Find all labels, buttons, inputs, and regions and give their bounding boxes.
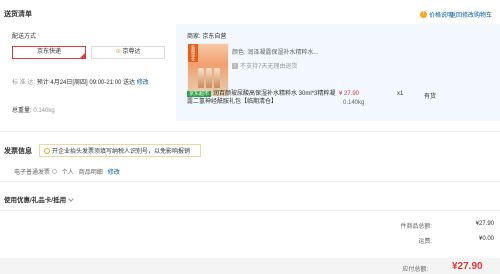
product-name[interactable]: 京东超市 润百颜玻尿酸高保湿补水精粹水 30ml*3精粹凝露二氢神经酰胺礼包【临期… [187,90,337,106]
lightbulb-icon [44,147,50,154]
coupon-toggle[interactable]: 使用优惠/礼品卡/抵用 [4,194,74,204]
no-refund-icon: 7 [232,62,238,69]
invoice-holder: 个人 [61,170,74,176]
back-to-cart-link[interactable]: 返回修改购物车 [450,10,492,19]
shipping-option-jd-express[interactable]: 京东快递 ✓ [12,46,86,59]
total-weight-label: 总重量: [12,108,32,114]
product-stock-status: 有货 [424,94,437,100]
delivery-time-label: 标 准 达: [12,80,36,86]
crown-icon: ♔ [115,49,121,55]
no-refund-row: 7 不支持7天无理由退货 [232,61,297,70]
bottle-image [214,68,220,88]
total-weight-row: 总重量: 0.140kg [12,105,55,114]
info-icon: ! [420,11,427,18]
invoice-details-row: 电子普通发票 个人 商品明细 修改 [14,167,120,176]
invoice-type: 电子普通发票 [14,170,51,176]
shipping-option-jingzunda[interactable]: ♔ 京尊达 [91,46,165,59]
product-color: 颜色: 润泽凝露保湿补水精粹水... [232,50,319,56]
product-price: ¥ 27.90 [339,91,360,97]
page-title: 送货清单 [4,11,32,18]
help-icon [51,169,57,174]
total-value: ¥27.90 [452,261,483,272]
no-refund-label: 不支持7天无理由退货 [240,64,298,70]
invoice-tip-text: 开企业抬头发票须填写纳税人识别号，以免影响报销 [52,149,191,155]
product-weight: 0.140kg [343,100,365,106]
shipping-option-label: 京东快递 [36,49,61,55]
shipping-section-label: 配送方式 [12,34,37,40]
delivery-time-modify-link[interactable]: 修改 [137,80,149,86]
section-divider [0,210,500,211]
freight-value: ¥0.00 [478,236,494,242]
total-weight-value: 0.140kg [33,108,55,114]
seller-label: 商家: 京东自营 [187,34,227,40]
freight-label: 运费: [418,239,432,245]
product-thumbnail[interactable]: 临期清仓 [187,43,229,97]
invoice-title: 发票信息 [4,148,32,155]
section-divider [0,131,500,132]
product-quantity: x1 [397,91,404,97]
chevron-down-icon [68,196,74,202]
invoice-content: 商品明细 [78,170,103,176]
jd-supermarket-badge: 京东超市 [187,91,212,97]
section-divider [0,181,500,182]
check-icon: ✓ [81,51,85,56]
thumbnail-tag: 临期清仓 [188,44,198,62]
price-note-link[interactable]: ! 价格说明 [420,10,453,19]
bottle-image [206,68,212,88]
total-label: 应付总额: [402,267,428,273]
bottle-image [198,68,204,88]
goods-amount-label: 件商品总额: [400,224,432,230]
invoice-tip: 开企业抬头发票须填写纳税人识别号，以免影响报销 [39,144,201,157]
coupon-title: 使用优惠/礼品卡/抵用 [4,197,67,204]
shipping-option-label: 京尊达 [122,49,141,55]
invoice-modify-link[interactable]: 修改 [108,170,120,176]
shipping-panel: 配送方式 京东快递 ✓ ♔ 京尊达 标 准 达: 预计 4月24日[周四] 09… [5,24,176,121]
delivery-time-row: 标 准 达: 预计 4月24日[周四] 09:00-21:00 送达 修改 [12,77,149,86]
delivery-time-value: 预计 4月24日[周四] 09:00-21:00 送达 [36,80,136,86]
total-bar: 应付总额: ¥27.90 [0,258,500,274]
goods-amount-value: ¥27.90 [475,221,494,227]
